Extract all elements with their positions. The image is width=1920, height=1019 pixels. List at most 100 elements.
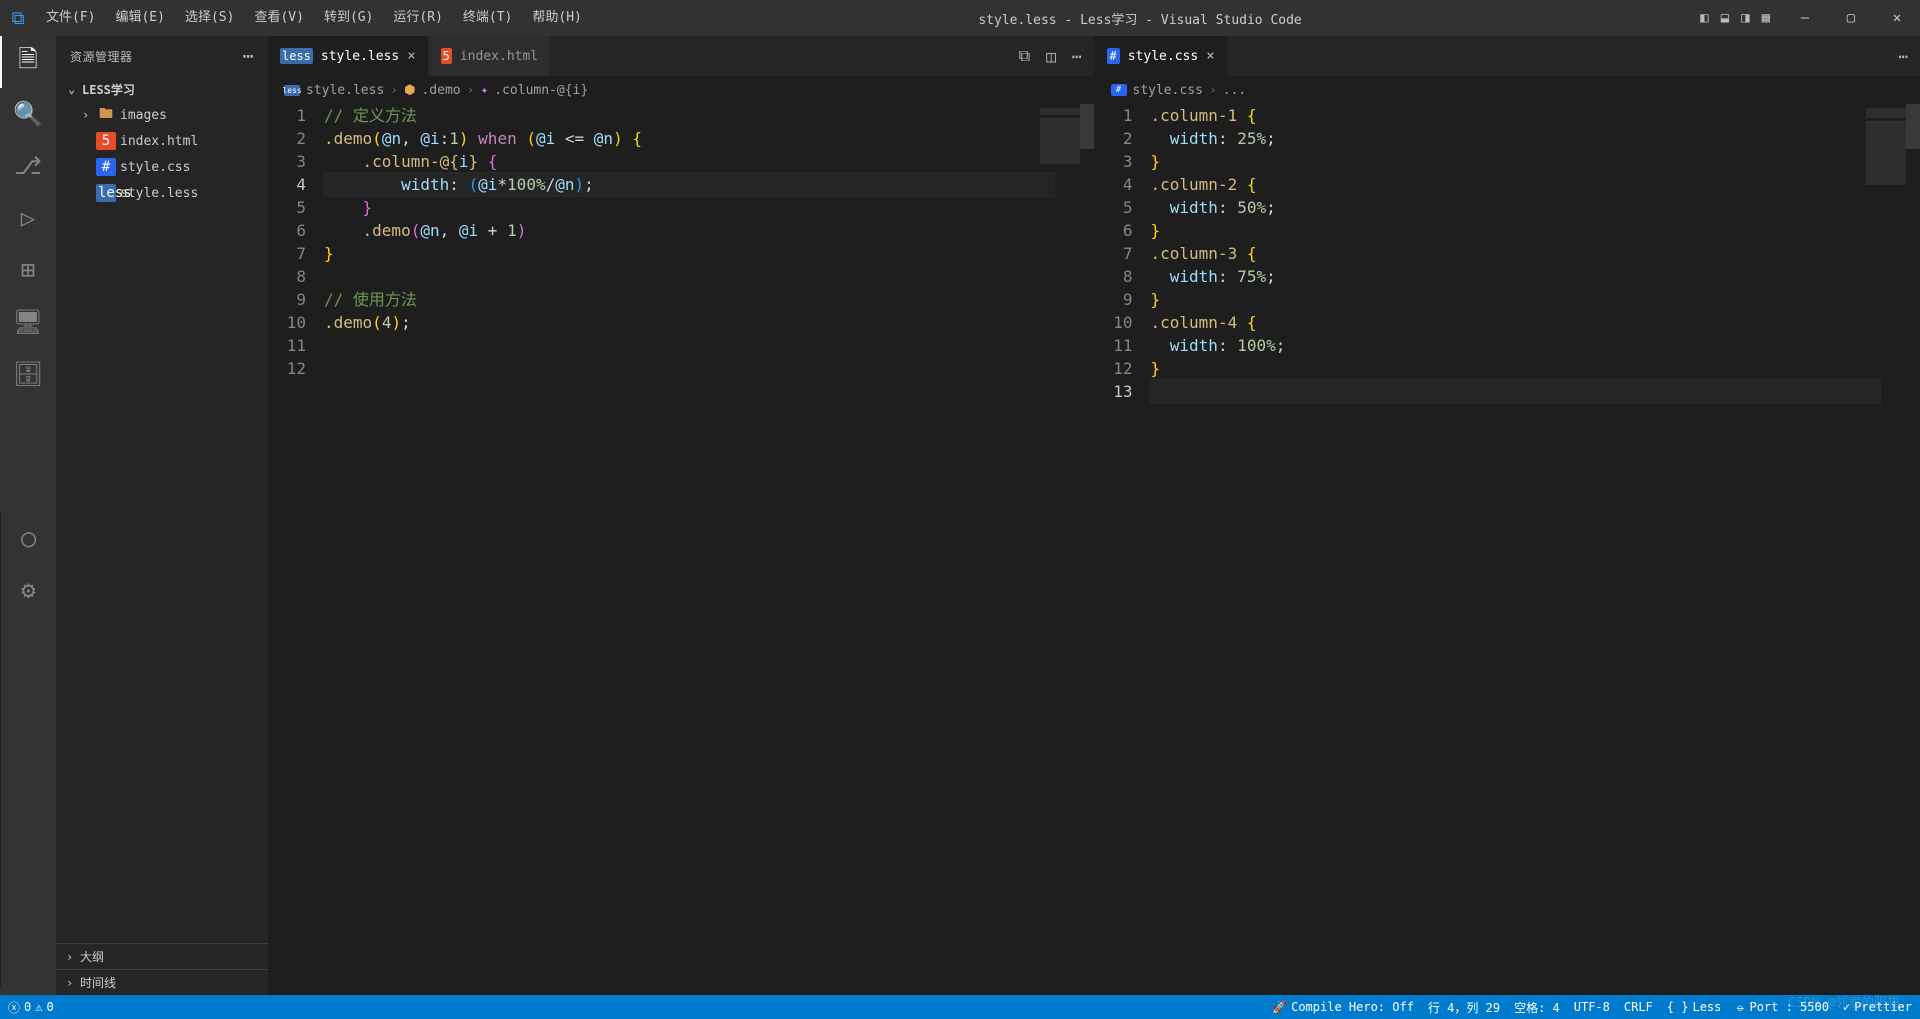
menu-item[interactable]: 编辑(E) (105, 0, 174, 36)
scrollbar-thumb[interactable] (1906, 104, 1920, 149)
chevron-right-icon: › (66, 976, 80, 990)
tree-label: style.css (120, 160, 190, 175)
scrollbar-thumb[interactable] (1080, 104, 1094, 149)
status-live-server[interactable]: ⦵ Port : 5500 (1735, 1000, 1829, 1015)
tab-label: style.less (321, 49, 399, 64)
minimap[interactable] (1866, 108, 1906, 218)
check-icon: ✓ (1843, 1000, 1850, 1014)
tab-actions: ⋯ (1886, 36, 1920, 76)
breadcrumb-symbol-1: .demo (421, 83, 460, 98)
project-root[interactable]: ⌄ LESS学习 (58, 76, 268, 102)
minimap[interactable] (1040, 108, 1080, 188)
compare-changes-icon[interactable]: ⧉ (1019, 46, 1030, 66)
breadcrumb-symbol-2: .column-@{i} (494, 83, 588, 98)
remote-explorer-icon[interactable]: 🖥 (0, 296, 56, 348)
tree-file[interactable]: lessstyle.less (58, 180, 268, 206)
sidebar-header: 资源管理器 ⋯ (56, 36, 268, 76)
menu-bar: 文件(F)编辑(E)选择(S)查看(V)转到(G)运行(R)终端(T)帮助(H) (36, 0, 592, 36)
menu-item[interactable]: 终端(T) (453, 0, 522, 36)
outline-label: 大纲 (80, 948, 104, 965)
explorer-icon[interactable]: 🗎 (0, 36, 56, 88)
accounts-icon[interactable]: ◯ (1, 512, 56, 564)
code-text[interactable]: .column-1 { width: 25%;}.column-2 { widt… (1151, 104, 1920, 995)
sidebar-title: 资源管理器 (70, 48, 133, 65)
status-eol[interactable]: CRLF (1624, 1000, 1653, 1014)
menu-item[interactable]: 查看(V) (244, 0, 313, 36)
warning-icon: ⚠ (35, 1000, 42, 1014)
menu-item[interactable]: 帮助(H) (522, 0, 591, 36)
sidebar-more-icon[interactable]: ⋯ (243, 46, 254, 67)
project-label: LESS学习 (82, 81, 135, 98)
vscode-logo-icon: ⧉ (0, 8, 36, 29)
status-prettier[interactable]: ✓ Prettier (1843, 1000, 1912, 1014)
layout-panel-bottom-icon[interactable]: ⬓ (1721, 10, 1729, 26)
timeline-label: 时间线 (80, 974, 116, 991)
editor-tab[interactable]: lessstyle.less× (268, 36, 429, 76)
breadcrumb-1[interactable]: less style.less › ⬢ .demo › ✦ .column-@{… (268, 76, 1094, 104)
maximize-button[interactable]: ▢ (1828, 0, 1874, 36)
layout-panel-left-icon[interactable]: ◧ (1700, 10, 1708, 26)
status-language[interactable]: { }Less (1667, 1000, 1722, 1014)
minimize-button[interactable]: ― (1782, 0, 1828, 36)
status-errors[interactable]: ⓧ0⚠0 (8, 999, 54, 1016)
status-encoding[interactable]: UTF-8 (1574, 1000, 1610, 1014)
close-tab-icon[interactable]: × (1206, 48, 1214, 64)
prettier-label: Prettier (1854, 1000, 1912, 1014)
menu-item[interactable]: 运行(R) (383, 0, 452, 36)
menu-item[interactable]: 选择(S) (175, 0, 244, 36)
close-tab-icon[interactable]: × (407, 48, 415, 64)
tree-file[interactable]: #style.css (58, 154, 268, 180)
less-file-icon: less (284, 85, 300, 96)
file-tree: ⌄ LESS学习 ›🖿images5index.html#style.cssle… (56, 76, 268, 206)
tab-bar-1: lessstyle.less×5index.html ⧉ ◫ ⋯ (268, 36, 1094, 76)
code-editor-2[interactable]: 12345678910111213 .column-1 { width: 25%… (1095, 104, 1920, 995)
code-text[interactable]: // 定义方法.demo(@n, @i:1) when (@i <= @n) {… (324, 104, 1094, 995)
extensions-icon[interactable]: ⊞ (0, 244, 56, 296)
menu-item[interactable]: 文件(F) (36, 0, 105, 36)
breadcrumb-rest: ... (1223, 83, 1246, 98)
code-editor-1[interactable]: 123456789101112 // 定义方法.demo(@n, @i:1) w… (268, 104, 1094, 995)
status-cursor-position[interactable]: 行 4，列 29 (1428, 999, 1500, 1016)
run-debug-icon[interactable]: ▷ (0, 192, 56, 244)
symbol-class-icon: ⬢ (404, 83, 415, 98)
timeline-section[interactable]: ›时间线 (56, 969, 268, 995)
activity-bar: 🗎 🔍 ⎇ ▷ ⊞ 🖥 🗄 ◯ ⚙ (0, 36, 56, 995)
layout-customize-icon[interactable]: ▦ (1762, 10, 1770, 26)
chevron-right-icon: › (390, 83, 398, 98)
split-editor-icon[interactable]: ◫ (1046, 47, 1056, 66)
line-gutter: 12345678910111213 (1095, 104, 1151, 995)
status-indentation[interactable]: 空格: 4 (1514, 999, 1560, 1016)
source-control-icon[interactable]: ⎇ (0, 140, 56, 192)
tree-file[interactable]: 5index.html (58, 128, 268, 154)
status-compile-hero[interactable]: 🚀Compile Hero: Off (1272, 1000, 1414, 1014)
editor-tab[interactable]: #style.css× (1095, 36, 1228, 76)
chevron-right-icon: › (1209, 83, 1217, 98)
database-icon[interactable]: 🗄 (0, 348, 56, 400)
braces-icon: { } (1667, 1000, 1689, 1014)
sidebar-bottom-panels: ›大纲 ›时间线 (56, 943, 268, 995)
search-icon[interactable]: 🔍 (0, 88, 56, 140)
outline-section[interactable]: ›大纲 (56, 943, 268, 969)
close-button[interactable]: ✕ (1874, 0, 1920, 36)
more-actions-icon[interactable]: ⋯ (1898, 47, 1908, 66)
editor-tab[interactable]: 5index.html (429, 36, 552, 76)
tab-label: index.html (460, 49, 538, 64)
window-controls: ― ▢ ✕ (1782, 0, 1920, 36)
symbol-selector-icon: ✦ (480, 83, 488, 98)
menu-item[interactable]: 转到(G) (314, 0, 383, 36)
breadcrumb-2[interactable]: # style.css › ... (1095, 76, 1920, 104)
main-area: 🗎 🔍 ⎇ ▷ ⊞ 🖥 🗄 ◯ ⚙ 资源管理器 ⋯ ⌄ LESS学习 ›🖿ima… (0, 36, 1920, 995)
layout-panel-right-icon[interactable]: ◨ (1741, 10, 1749, 26)
tree-label: images (120, 108, 167, 123)
html-file-icon: 5 (96, 132, 116, 150)
broadcast-icon: ⦵ (1735, 1000, 1745, 1015)
sidebar-explorer: 资源管理器 ⋯ ⌄ LESS学习 ›🖿images5index.html#sty… (56, 36, 268, 995)
more-actions-icon[interactable]: ⋯ (1072, 47, 1082, 66)
chevron-down-icon: ⌄ (68, 82, 82, 96)
tree-folder[interactable]: ›🖿images (58, 102, 268, 128)
port-label: Port : 5500 (1749, 1000, 1828, 1014)
chevron-right-icon: › (82, 108, 96, 122)
tab-actions: ⧉ ◫ ⋯ (1007, 36, 1094, 76)
layout-controls[interactable]: ◧ ⬓ ◨ ▦ (1688, 10, 1782, 26)
settings-gear-icon[interactable]: ⚙ (1, 564, 56, 616)
